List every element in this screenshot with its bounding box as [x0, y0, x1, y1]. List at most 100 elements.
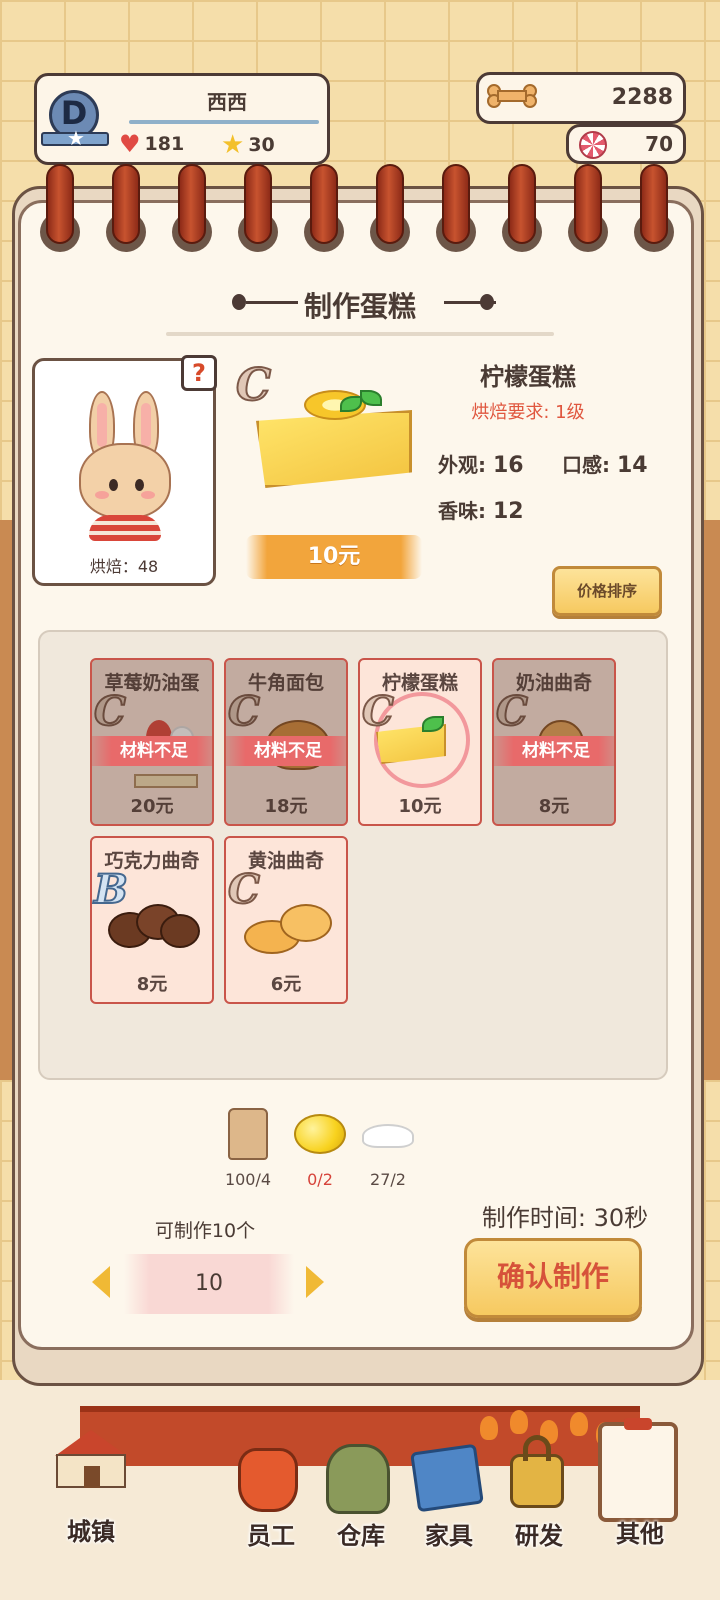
nav-label: 城镇 — [67, 1518, 115, 1546]
nav-town-button[interactable]: 城镇 — [36, 1420, 146, 1550]
confirm-make-button[interactable]: 确认制作 — [464, 1238, 642, 1318]
recipe-price: 6元 — [270, 974, 302, 995]
recipe-name: 牛角面包 — [247, 672, 324, 694]
nav-label: 研发 — [515, 1522, 563, 1550]
nav-research-button[interactable]: 研发 — [494, 1435, 584, 1560]
bunny-baker-avatar — [75, 391, 175, 541]
nav-label: 仓库 — [337, 1522, 385, 1550]
insufficient-materials-banner: 材料不足 — [92, 736, 212, 766]
recipe-item-lemon-cake[interactable]: 柠檬蛋糕 C 10元 — [358, 658, 482, 826]
recipe-item-butter-cookie[interactable]: 黄油曲奇 C 6元 — [224, 836, 348, 1004]
paint-catalog-icon — [410, 1443, 484, 1513]
experience-bar — [129, 120, 319, 124]
ingredient-count: 0/2 — [307, 1170, 333, 1189]
bone-currency[interactable]: 2288 — [476, 72, 686, 124]
sugar-icon — [362, 1124, 414, 1148]
binder-ring — [640, 164, 668, 244]
candy-count: 70 — [645, 132, 673, 156]
recipe-grade: C — [93, 687, 127, 736]
appearance-value: 16 — [492, 453, 524, 478]
binder-ring — [376, 164, 404, 244]
apron-icon — [238, 1448, 298, 1512]
recipe-grade: C — [227, 687, 261, 736]
recipe-price: 8元 — [136, 974, 168, 995]
flour-bag-icon — [228, 1108, 268, 1160]
lemon-icon — [294, 1114, 346, 1154]
nav-label: 其他 — [616, 1520, 664, 1548]
taste-stat: 口感: 14 — [562, 449, 648, 478]
binder-ring — [178, 164, 206, 244]
insufficient-materials-banner: 材料不足 — [494, 736, 614, 766]
butter-cookie-icon — [240, 902, 336, 958]
rank-badge-icon: D ★ — [41, 90, 109, 154]
recipe-price: 10元 — [398, 796, 442, 817]
taste-label: 口感: — [562, 453, 610, 477]
recipe-grade: C — [495, 687, 529, 736]
aroma-label: 香味: — [438, 499, 486, 523]
binder-ring — [46, 164, 74, 244]
appearance-stat: 外观: 16 — [438, 449, 524, 478]
taste-value: 14 — [616, 453, 648, 478]
sort-by-price-button[interactable]: 价格排序 — [552, 566, 662, 616]
nav-label: 家具 — [425, 1522, 473, 1550]
candy-currency[interactable]: 70 — [566, 124, 686, 164]
bone-count: 2288 — [611, 85, 673, 110]
player-profile-card[interactable]: D ★ 西西 ♥ 181 ★ 30 — [34, 73, 330, 165]
house-icon — [46, 1430, 136, 1490]
recipe-name: 奶油曲奇 — [515, 672, 592, 694]
page-title: 制作蛋糕 — [303, 290, 416, 323]
increase-arrow-icon[interactable] — [306, 1266, 324, 1298]
binder-ring — [112, 164, 140, 244]
baking-requirement: 烘焙要求: 1级 — [471, 402, 585, 423]
recipe-item-cream-cookie[interactable]: 奶油曲奇 C 材料不足 8元 — [492, 658, 616, 826]
recipe-grade: C — [361, 687, 395, 736]
stars-count: 30 — [248, 134, 275, 156]
aroma-stat: 香味: 12 — [438, 495, 524, 524]
recipe-item-croissant[interactable]: 牛角面包 C 材料不足 18元 — [224, 658, 348, 826]
baker-card[interactable]: ? 烘焙：48 — [32, 355, 217, 586]
chocolate-cookie-icon — [106, 904, 202, 954]
recipe-name: 草莓奶油蛋 — [104, 672, 200, 694]
binder-ring — [310, 164, 338, 244]
appearance-label: 外观: — [438, 453, 486, 477]
help-button[interactable]: ? — [181, 355, 217, 391]
player-name: 西西 — [207, 90, 247, 114]
decrease-arrow-icon[interactable] — [92, 1266, 110, 1298]
insufficient-materials-banner: 材料不足 — [226, 736, 346, 766]
padlock-icon — [510, 1435, 564, 1508]
heart-icon: ♥ — [119, 130, 141, 158]
nav-label: 员工 — [247, 1522, 295, 1550]
recipe-item-strawberry-cream-cake[interactable]: 草莓奶油蛋 C 材料不足 20元 — [90, 658, 214, 826]
hearts-count: 181 — [144, 133, 185, 155]
clipboard-icon — [598, 1418, 678, 1522]
recipe-price: 20元 — [130, 796, 174, 817]
ingredient-count: 27/2 — [370, 1170, 406, 1189]
nav-warehouse-button[interactable]: 仓库 — [316, 1440, 406, 1560]
recipe-item-chocolate-cookie[interactable]: 巧克力曲奇 B 8元 — [90, 836, 214, 1004]
backpack-icon — [326, 1444, 390, 1514]
nav-other-button[interactable]: 其他 — [592, 1418, 688, 1558]
selected-price: 10元 — [246, 535, 422, 579]
ingredient-count: 100/4 — [224, 1170, 272, 1189]
recipe-price: 18元 — [264, 796, 308, 817]
stars-stat: ★ 30 — [221, 130, 275, 160]
quantity-input[interactable]: 10 — [124, 1254, 294, 1314]
baking-skill-stat: 烘焙：48 — [89, 557, 159, 576]
star-icon: ★ — [221, 130, 245, 160]
title-ornament — [480, 294, 494, 310]
title-underline — [166, 332, 554, 336]
aroma-value: 12 — [492, 499, 524, 524]
lollipop-icon — [579, 131, 607, 159]
recipe-price: 8元 — [538, 796, 570, 817]
binder-ring — [244, 164, 272, 244]
binder-ring — [508, 164, 536, 244]
binder-ring — [442, 164, 470, 244]
bone-icon — [487, 84, 537, 108]
nav-staff-button[interactable]: 员工 — [226, 1440, 316, 1560]
binder-ring — [574, 164, 602, 244]
craftable-count: 可制作10个 — [154, 1220, 256, 1242]
nav-furniture-button[interactable]: 家具 — [404, 1440, 494, 1560]
hearts-stat: ♥ 181 — [119, 130, 184, 158]
make-time: 制作时间: 30秒 — [481, 1204, 649, 1232]
lemon-cake-image — [256, 384, 416, 494]
